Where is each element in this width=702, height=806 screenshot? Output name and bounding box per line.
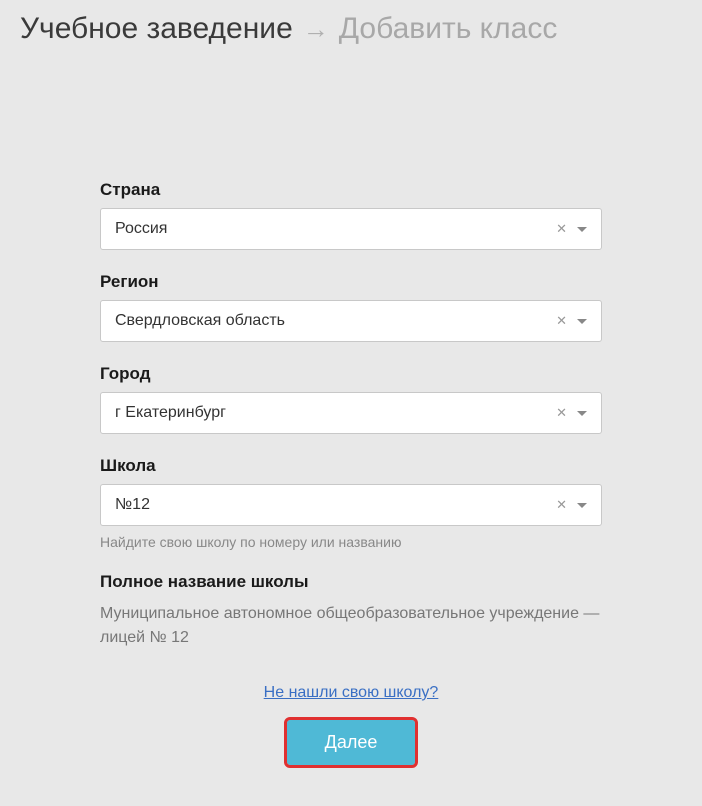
city-label: Город bbox=[100, 364, 602, 384]
header: Учебное заведение → Добавить класс bbox=[0, 0, 702, 70]
breadcrumb-next: Добавить класс bbox=[339, 12, 558, 46]
school-hint: Найдите свою школу по номеру или названи… bbox=[100, 534, 602, 550]
fullname-value: Муниципальное автономное общеобразовател… bbox=[100, 602, 602, 650]
clear-icon[interactable]: ✕ bbox=[554, 311, 569, 331]
select-controls: ✕ bbox=[554, 485, 593, 525]
select-controls: ✕ bbox=[554, 393, 593, 433]
select-controls: ✕ bbox=[554, 301, 593, 341]
chevron-down-icon[interactable] bbox=[577, 227, 587, 232]
region-group: Регион Свердловская область ✕ bbox=[100, 272, 602, 342]
city-group: Город г Екатеринбург ✕ bbox=[100, 364, 602, 434]
region-value: Свердловская область bbox=[115, 312, 285, 330]
breadcrumb: Учебное заведение → Добавить класс bbox=[20, 12, 682, 46]
country-group: Страна Россия ✕ bbox=[100, 180, 602, 250]
clear-icon[interactable]: ✕ bbox=[554, 403, 569, 423]
button-row: Далее bbox=[100, 720, 602, 765]
school-value: №12 bbox=[115, 496, 150, 514]
country-label: Страна bbox=[100, 180, 602, 200]
breadcrumb-current: Учебное заведение bbox=[20, 12, 293, 46]
help-link-row: Не нашли свою школу? bbox=[100, 684, 602, 702]
region-select[interactable]: Свердловская область ✕ bbox=[100, 300, 602, 342]
city-select[interactable]: г Екатеринбург ✕ bbox=[100, 392, 602, 434]
country-value: Россия bbox=[115, 220, 167, 238]
arrow-right-icon: → bbox=[303, 14, 329, 45]
next-button[interactable]: Далее bbox=[287, 720, 416, 765]
chevron-down-icon[interactable] bbox=[577, 503, 587, 508]
help-link[interactable]: Не нашли свою школу? bbox=[264, 684, 439, 701]
school-label: Школа bbox=[100, 456, 602, 476]
form-container: Страна Россия ✕ Регион Свердловская обла… bbox=[0, 70, 702, 795]
chevron-down-icon[interactable] bbox=[577, 319, 587, 324]
select-controls: ✕ bbox=[554, 209, 593, 249]
fullname-group: Полное название школы Муниципальное авто… bbox=[100, 572, 602, 650]
city-value: г Екатеринбург bbox=[115, 404, 226, 422]
region-label: Регион bbox=[100, 272, 602, 292]
chevron-down-icon[interactable] bbox=[577, 411, 587, 416]
clear-icon[interactable]: ✕ bbox=[554, 495, 569, 515]
fullname-label: Полное название школы bbox=[100, 572, 602, 592]
school-group: Школа №12 ✕ Найдите свою школу по номеру… bbox=[100, 456, 602, 550]
clear-icon[interactable]: ✕ bbox=[554, 219, 569, 239]
country-select[interactable]: Россия ✕ bbox=[100, 208, 602, 250]
school-select[interactable]: №12 ✕ bbox=[100, 484, 602, 526]
